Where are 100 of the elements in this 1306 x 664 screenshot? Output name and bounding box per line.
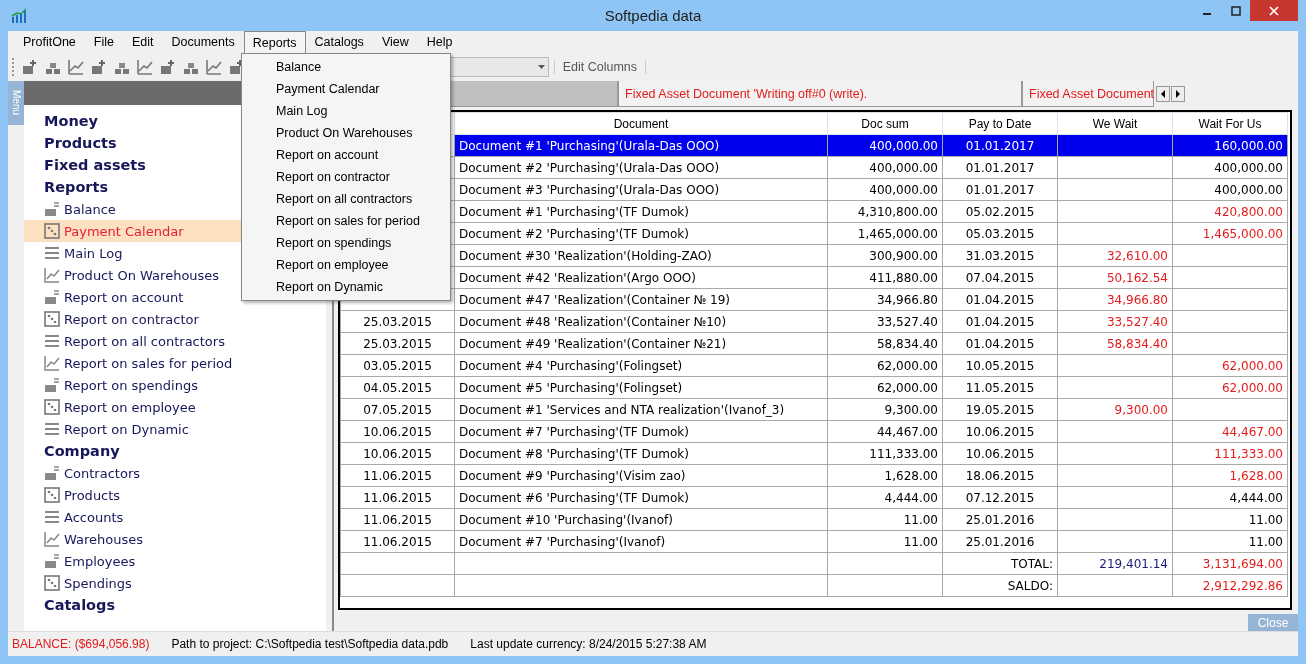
menu-option[interactable]: Report on contractor: [242, 166, 450, 188]
sidebar-item[interactable]: Contractors: [24, 462, 326, 484]
column-header[interactable]: Wait For Us: [1172, 112, 1288, 135]
toolbar-icon[interactable]: [205, 58, 223, 76]
column-header[interactable]: Pay to Date: [942, 112, 1058, 135]
table-cell: 50,162.54: [1106, 270, 1168, 285]
report-icon: [44, 223, 60, 239]
table-cell: 11.06.2015: [363, 512, 432, 527]
table-cell: Document #5 'Purchasing'(Folingset): [454, 376, 828, 399]
table-cell: 11.06.2015: [363, 468, 432, 483]
left-arrow-icon: [1160, 90, 1166, 98]
table-cell: Document #7 'Purchasing'(Ivanof): [454, 530, 828, 553]
table-cell: 11.05.2015: [942, 376, 1058, 399]
table-cell: Document #8 'Purchasing'(TF Dumok): [454, 442, 828, 465]
table-cell: Document #2 'Purchasing'(TF Dumok): [454, 222, 828, 245]
table-cell: Document #2 'Purchasing'(Urala-Das OOO): [454, 156, 828, 179]
report-icon: [44, 245, 60, 261]
menu-item[interactable]: Catalogs: [305, 31, 373, 53]
table-cell: Document #1 'Services and NTA realization'(Ivanof_3): [454, 398, 828, 421]
sidebar-item[interactable]: Products: [24, 484, 326, 506]
menu-item[interactable]: Edit: [122, 31, 163, 53]
close-button[interactable]: [1250, 0, 1298, 21]
sidebar-item[interactable]: Warehouses: [24, 528, 326, 550]
table-cell: 400,000.00: [827, 156, 943, 179]
dropdown-field[interactable]: [448, 57, 549, 77]
sidebar-item[interactable]: Report on employee: [24, 396, 326, 418]
table-cell: 05.03.2015: [942, 222, 1058, 245]
table-cell: 62,000.00: [1221, 380, 1283, 395]
table-cell: 25.03.2015: [363, 314, 432, 329]
table-cell: 1,628.00: [1229, 468, 1283, 483]
table-cell: 4,444.00: [1229, 490, 1283, 505]
menu-option[interactable]: Payment Calendar: [242, 78, 450, 100]
table-cell: 9,300.00: [827, 398, 943, 421]
table-cell: 62,000.00: [827, 354, 943, 377]
menu-option[interactable]: Report on account: [242, 144, 450, 166]
report-icon: [44, 399, 60, 415]
menu-item[interactable]: View: [372, 31, 418, 53]
table-cell: Document #7 'Purchasing'(TF Dumok): [454, 420, 828, 443]
total-value: 219,401.14: [1099, 556, 1168, 571]
table-cell: 03.05.2015: [363, 358, 432, 373]
close-icon: [1269, 5, 1279, 16]
sidebar-item[interactable]: Accounts: [24, 506, 326, 528]
column-header[interactable]: We Wait: [1057, 112, 1173, 135]
project-path: Path to project: C:\Softpedia test\Softpedia data.pdb: [171, 637, 449, 651]
menu-item[interactable]: File: [84, 31, 123, 53]
menu-option[interactable]: Balance: [242, 56, 450, 78]
toolbar-icon[interactable]: [159, 58, 177, 76]
section-heading[interactable]: Catalogs: [24, 594, 116, 616]
menu-item[interactable]: ProfitOne: [14, 31, 85, 53]
toolbar-icon[interactable]: [21, 58, 39, 76]
section-heading[interactable]: Reports: [24, 176, 109, 198]
total-label: TOTAL:: [1010, 556, 1053, 571]
sidebar-item[interactable]: Report on contractor: [24, 308, 326, 330]
table-cell: 11.00: [827, 508, 943, 531]
table-cell: 62,000.00: [827, 376, 943, 399]
column-header[interactable]: Document: [454, 112, 828, 135]
section-heading[interactable]: Money: [24, 110, 98, 132]
edit-columns-button[interactable]: Edit Columns: [553, 60, 646, 74]
table-cell: 420,800.00: [1214, 204, 1283, 219]
toolbar-icon[interactable]: [136, 58, 154, 76]
section-heading[interactable]: Fixed assets: [24, 154, 146, 176]
table-cell: 11.00: [827, 530, 943, 553]
sidebar-item[interactable]: Employees: [24, 550, 326, 572]
report-icon: [44, 267, 60, 283]
total-value: 3,131,694.00: [1202, 556, 1283, 571]
table-cell: 01.04.2015: [942, 310, 1058, 333]
sidebar-item[interactable]: Spendings: [24, 572, 326, 594]
toolbar-icon[interactable]: [67, 58, 85, 76]
menu-option[interactable]: Report on all contractors: [242, 188, 450, 210]
toolbar-icon[interactable]: [90, 58, 108, 76]
section-heading[interactable]: Company: [24, 440, 120, 462]
document-tab[interactable]: Fixed Asset Document: [1022, 81, 1154, 107]
menu-item[interactable]: Reports: [243, 31, 306, 53]
balance-status: BALANCE: ($694,056.98): [12, 637, 150, 651]
sidebar-item[interactable]: Report on Dynamic: [24, 418, 326, 440]
menu-item[interactable]: Help: [417, 31, 462, 53]
document-tab[interactable]: Fixed Asset Document 'Writing off#0 (write).: [618, 81, 1022, 107]
table-cell: 34,966.80: [827, 288, 943, 311]
menu-item[interactable]: Documents: [162, 31, 244, 53]
menu-option[interactable]: Report on Dynamic: [242, 276, 450, 298]
table-cell: 34,966.80: [1106, 292, 1168, 307]
table-cell: 111,333.00: [1214, 446, 1283, 461]
table-cell: 33,527.40: [827, 310, 943, 333]
menu-option[interactable]: Report on employee: [242, 254, 450, 276]
sidebar-item[interactable]: Report on sales for period: [24, 352, 326, 374]
scroll-left-button[interactable]: [1156, 86, 1170, 102]
sidebar-item[interactable]: Report on spendings: [24, 374, 326, 396]
table-cell: 300,900.00: [827, 244, 943, 267]
table-cell: 9,300.00: [1114, 402, 1168, 417]
table-cell: Document #48 'Realization'(Container №10): [454, 310, 828, 333]
table-cell: 44,467.00: [1221, 424, 1283, 439]
report-icon: [44, 333, 60, 349]
menu-option[interactable]: Product On Warehouses: [242, 122, 450, 144]
section-heading[interactable]: Products: [24, 132, 117, 154]
menu-option[interactable]: Main Log: [242, 100, 450, 122]
sidebar-item[interactable]: Report on all contractors: [24, 330, 326, 352]
scroll-right-button[interactable]: [1171, 86, 1185, 102]
chart-icon: [11, 7, 27, 24]
column-header[interactable]: Doc sum: [827, 112, 943, 135]
table-cell: 111,333.00: [827, 442, 943, 465]
